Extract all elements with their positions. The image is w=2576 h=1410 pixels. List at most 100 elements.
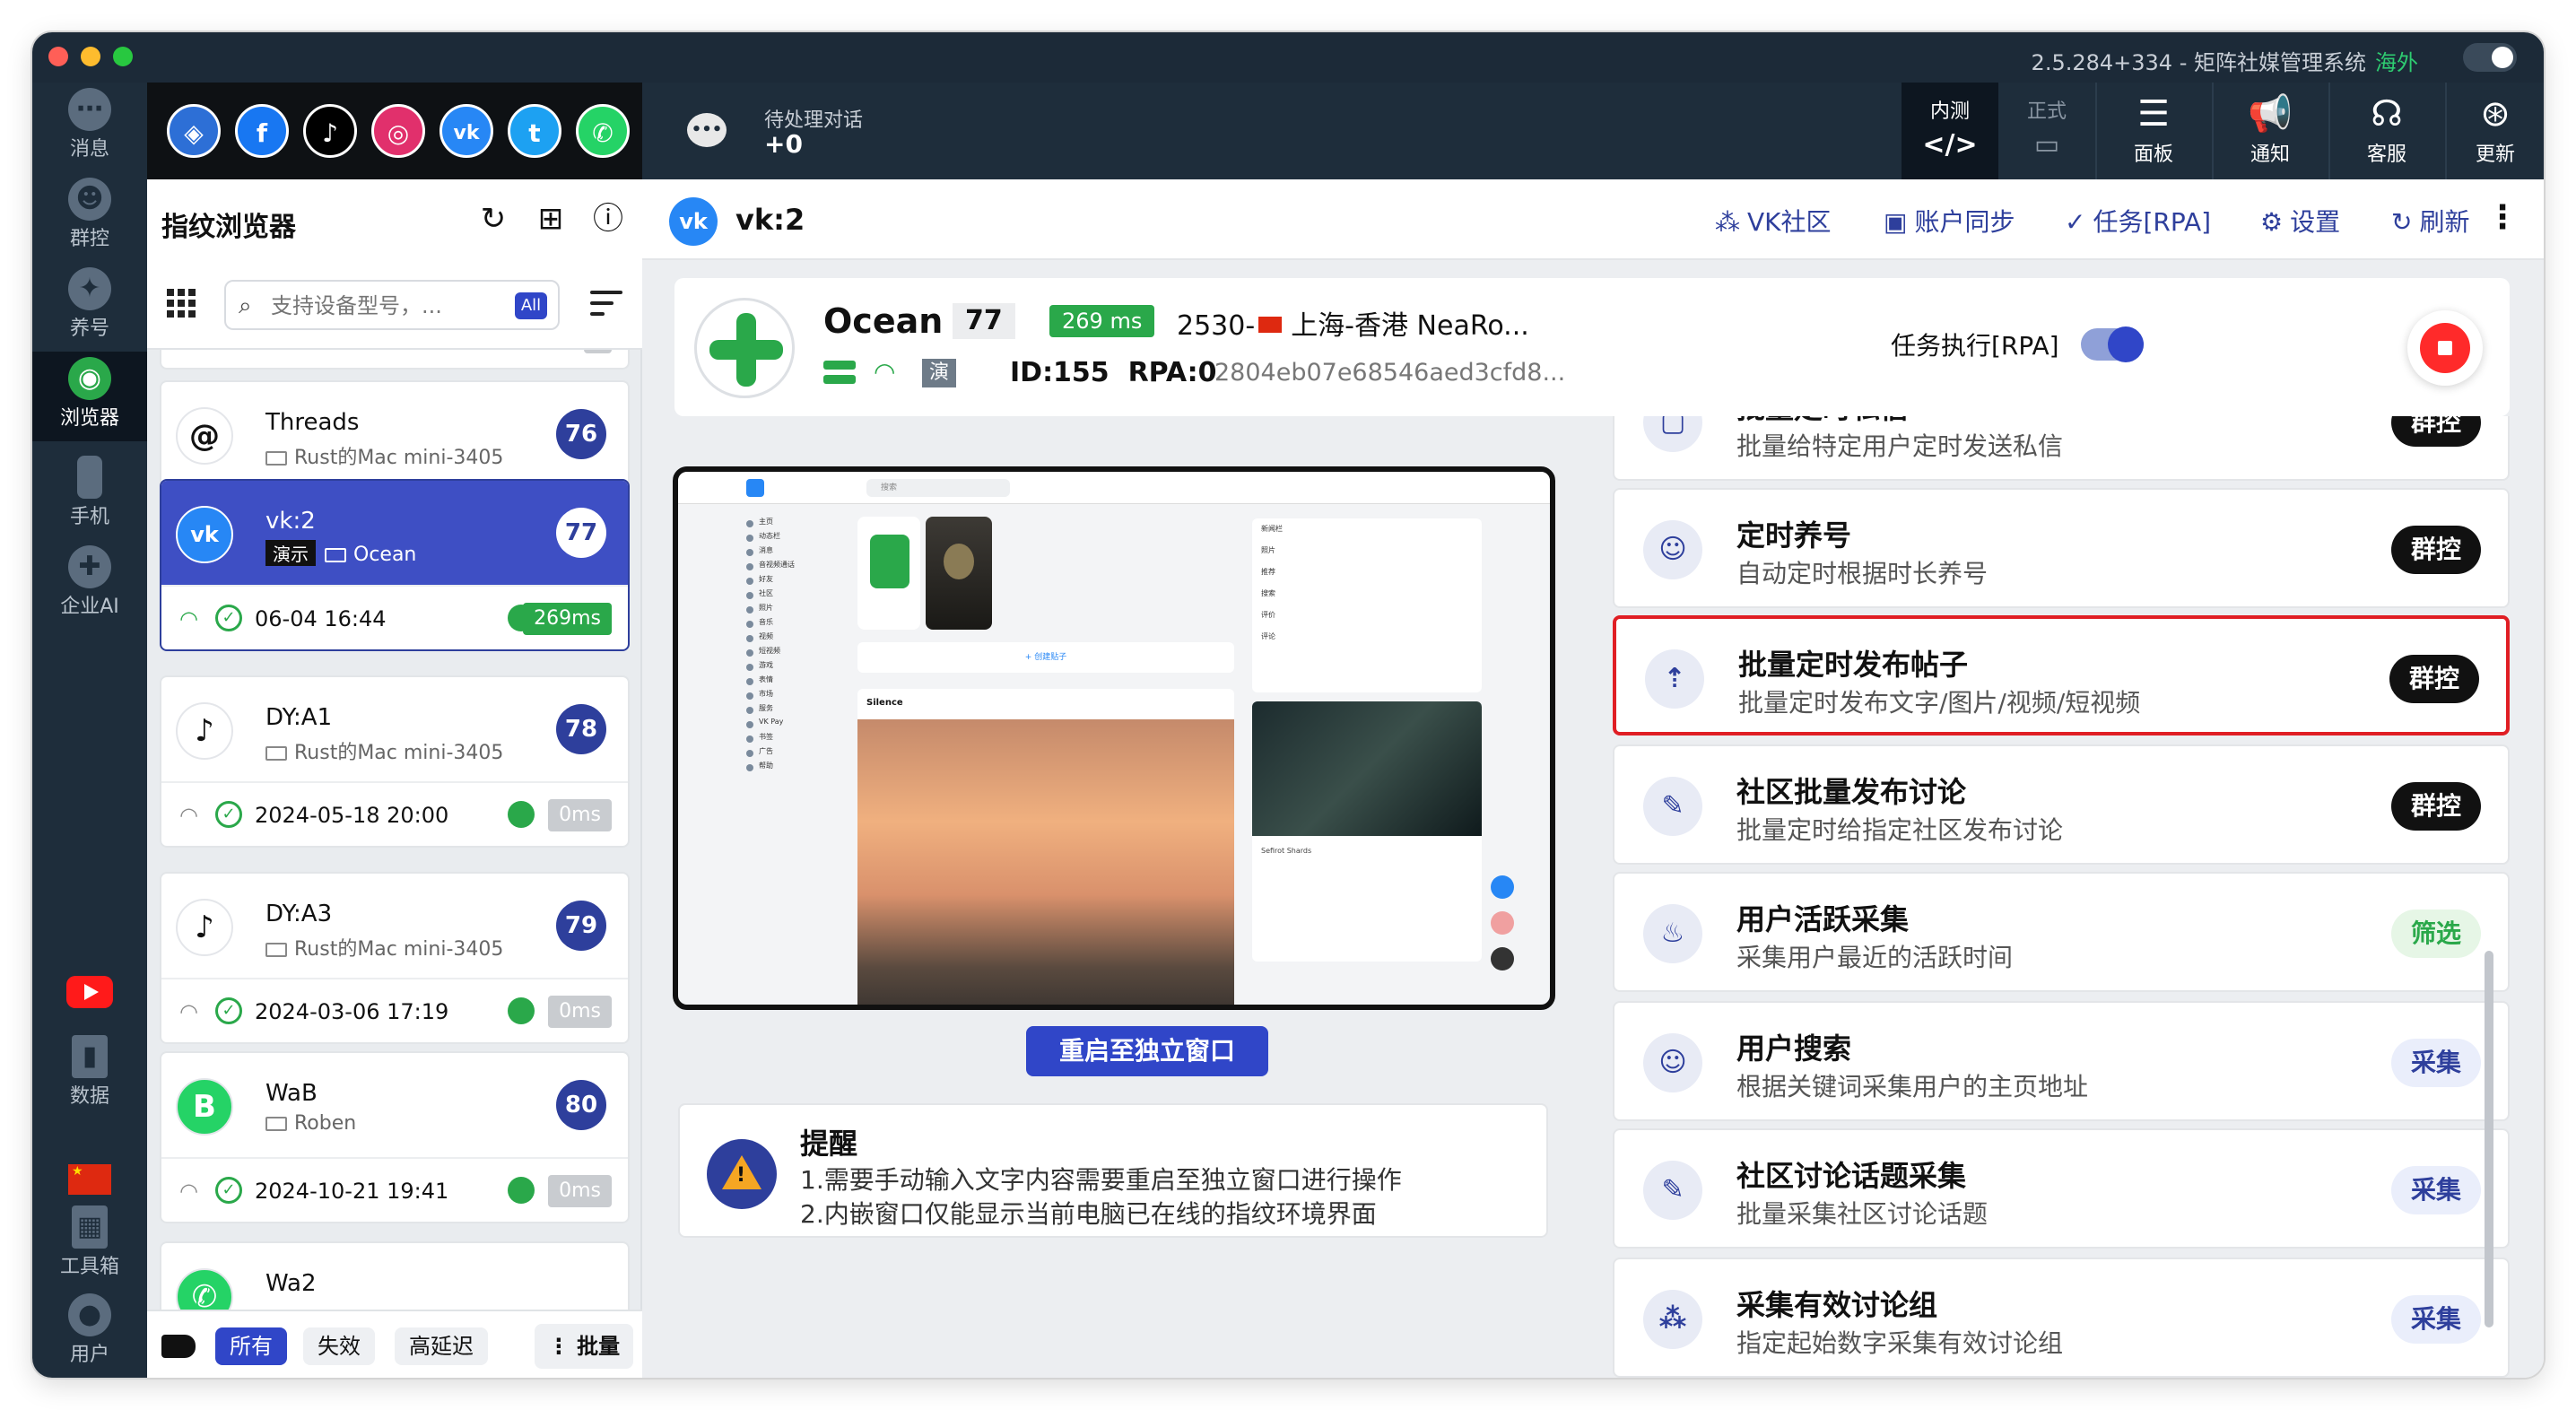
card-device: 演示 Ocean [265, 540, 416, 566]
sort-icon[interactable] [590, 291, 622, 316]
add-icon[interactable]: ⊞ [533, 201, 569, 237]
chrome-icon [508, 1177, 535, 1204]
update-button[interactable]: ⊛ 更新 [2445, 83, 2544, 179]
vk-icon: vk [669, 197, 718, 246]
collect-button[interactable]: 采集 [2390, 1295, 2481, 1344]
maximize-window-button[interactable] [113, 47, 133, 66]
mode-label: 正式 [2026, 100, 2067, 123]
notify-button[interactable]: 📢 通知 [2212, 83, 2327, 179]
rail-item-nurture[interactable]: ✦ 养号 [32, 262, 147, 352]
browser-card[interactable]: B WaB Roben 80 ◠ ✓ 2024-10-21 19:41 0ms [160, 1051, 630, 1223]
panel-button[interactable]: ☰ 面板 [2095, 83, 2210, 179]
rail-item-browser[interactable]: ◉ 浏览器 [32, 352, 147, 441]
story-card [926, 517, 992, 630]
rail-label: 消息 [69, 138, 109, 161]
all-filter-badge[interactable]: All [515, 292, 547, 319]
profile-id: ID:155 RPA:0 [1010, 357, 1217, 388]
rail-item-phone[interactable]: 手机 [32, 450, 147, 540]
more-menu-icon[interactable]: ⋮ [2486, 199, 2519, 236]
create-post-box: + 创建贴子 [857, 642, 1234, 673]
feature-card[interactable]: ☺ 用户搜索 根据关键词采集用户的主页地址 采集 [1613, 1001, 2510, 1121]
search-input[interactable] [271, 291, 495, 321]
pending-chat-icon[interactable]: ••• [687, 113, 727, 147]
feature-card[interactable]: ✎ 社区批量发布讨论 批量定时给指定社区发布讨论 群控 [1613, 744, 2510, 865]
browser-card[interactable]: ♪ DY:A3 Rust的Mac mini-3405 79 ◠ ✓ 2024-0… [160, 872, 630, 1044]
facebook-icon[interactable]: f [235, 104, 289, 158]
data-icon: ▮ [72, 1035, 108, 1078]
vk-icon[interactable]: vk [439, 104, 493, 158]
feature-card[interactable]: ♨ 用户活跃采集 采集用户最近的活跃时间 筛选 [1613, 872, 2510, 992]
vk-community-button[interactable]: ⁂ VK社区 [1715, 203, 1832, 239]
filter-high-latency-chip[interactable]: 高延迟 [395, 1327, 488, 1365]
embedded-browser-preview[interactable]: 搜索 主页 动态栏 消息 音视频通话 好友 社区 照片 音乐 视频 短视频 游戏 表情 市场 服务… [673, 466, 1555, 1010]
browser-app-icon[interactable]: ◈ [167, 104, 221, 158]
support-button[interactable]: ☊ 客服 [2328, 83, 2443, 179]
rail-item-user[interactable]: ● 用户 [32, 1288, 147, 1378]
filter-invalid-chip[interactable]: 失效 [303, 1327, 375, 1365]
minimize-window-button[interactable] [81, 47, 100, 66]
post-icon: ✎ [1643, 777, 1702, 836]
card-top: ♪ DY:A1 Rust的Mac mini-3405 78 [161, 677, 628, 781]
feature-card[interactable]: ⁂ 采集有效讨论组 指定起始数字采集有效讨论组 采集 [1613, 1258, 2510, 1378]
group-control-button[interactable]: 群控 [2390, 782, 2481, 831]
rail-item-data[interactable]: ▮ 数据 [32, 1030, 147, 1119]
rail-item-group-control[interactable]: ☻ 群控 [32, 172, 147, 262]
batch-button[interactable]: ⋮ 批量 [535, 1324, 633, 1369]
card-status: ◠ ✓ 2024-03-06 17:19 0ms [161, 978, 628, 1042]
feature-card[interactable]: ▢ 批量定时私信 批量给特定用户定时发送私信 群控 [1613, 416, 2510, 481]
feature-card[interactable]: ☺ 定时养号 自动定时根据时长养号 群控 [1613, 488, 2510, 608]
stop-button[interactable] [2407, 310, 2483, 386]
region-tag: 海外 [2375, 50, 2418, 75]
feature-card[interactable]: ✎ 社区讨论话题采集 批量采集社区讨论话题 采集 [1613, 1128, 2510, 1249]
feature-card-highlighted[interactable]: ⇡ 批量定时发布帖子 批量定时发布文字/图片/视频/短视频 群控 [1613, 615, 2510, 735]
rpa-label: 任务执行[RPA] [1891, 331, 2059, 361]
theme-toggle[interactable] [2463, 43, 2517, 72]
refresh-icon[interactable]: ↻ [475, 201, 511, 237]
filter-all-chip[interactable]: 所有 [215, 1327, 287, 1365]
settings-button[interactable]: ⚙ 设置 [2260, 203, 2340, 239]
feature-scrollbar[interactable] [2485, 951, 2493, 1327]
profile-hash: 2804eb07e68546aed3cfd8... [1214, 359, 1566, 387]
id-card-icon: ▣ [1884, 207, 1908, 237]
card-time: 2024-03-06 17:19 [255, 999, 449, 1024]
twitter-icon[interactable]: t [508, 104, 561, 158]
rail-item-messages[interactable]: ⋯ 消息 [32, 83, 147, 172]
collect-button[interactable]: 采集 [2390, 1039, 2481, 1087]
mode-prod-button[interactable]: 正式 ▭ [1998, 83, 2095, 179]
preview-stories [857, 517, 1234, 633]
restart-standalone-button[interactable]: 重启至独立窗口 [1026, 1026, 1268, 1076]
info-icon[interactable]: ⓘ [590, 201, 626, 237]
browser-card[interactable]: ♪ DY:A1 Rust的Mac mini-3405 78 ◠ ✓ 2024-0… [160, 675, 630, 848]
group-control-button[interactable]: 群控 [2390, 526, 2481, 574]
tiktok-icon[interactable]: ♪ [303, 104, 357, 158]
group-control-button[interactable]: 群控 [2389, 655, 2479, 703]
refresh-button[interactable]: ↻ 刷新 [2391, 203, 2469, 239]
filter-button[interactable]: 筛选 [2390, 910, 2481, 958]
youtube-icon[interactable] [66, 976, 113, 1008]
close-window-button[interactable] [48, 47, 68, 66]
tiktok-icon: ♪ [176, 899, 233, 956]
update-icon: ⊛ [2480, 93, 2511, 135]
rpa-task-button[interactable]: ✓ 任务[RPA] [2065, 203, 2211, 239]
account-sync-button[interactable]: ▣ 账户同步 [1884, 203, 2015, 239]
mode-test-button[interactable]: 内测 </> [1902, 83, 1998, 179]
grid-view-icon[interactable] [167, 289, 196, 318]
check-icon: ✓ [215, 1177, 242, 1204]
fire-icon: ♨ [1643, 904, 1702, 963]
collect-button[interactable]: 采集 [2390, 1166, 2481, 1214]
feature-title: 用户活跃采集 [1736, 902, 1910, 936]
browser-card[interactable]: ✆ Wa2 [160, 1241, 630, 1310]
whatsapp-icon[interactable]: ✆ [576, 104, 630, 158]
rail-item-toolbox[interactable]: ▦ 工具箱 [32, 1200, 147, 1290]
browser-card-selected[interactable]: vk vk:2 演示 Ocean 77 ◠ ✓ 06-04 16:44 269ms [160, 479, 630, 651]
wifi-icon: ◠ [874, 357, 896, 387]
instagram-icon[interactable]: ◎ [371, 104, 425, 158]
rpa-toggle[interactable] [2081, 326, 2144, 362]
card-number: 80 [556, 1080, 606, 1130]
china-flag-icon[interactable]: ★ [68, 1164, 111, 1195]
card-device: Rust的Mac mini-3405 [265, 933, 503, 962]
tag-icon[interactable] [161, 1335, 196, 1358]
browser-card[interactable] [160, 350, 630, 370]
group-control-button[interactable]: 群控 [2390, 416, 2481, 447]
rail-item-ai[interactable]: ✚ 企业AI [32, 540, 147, 630]
